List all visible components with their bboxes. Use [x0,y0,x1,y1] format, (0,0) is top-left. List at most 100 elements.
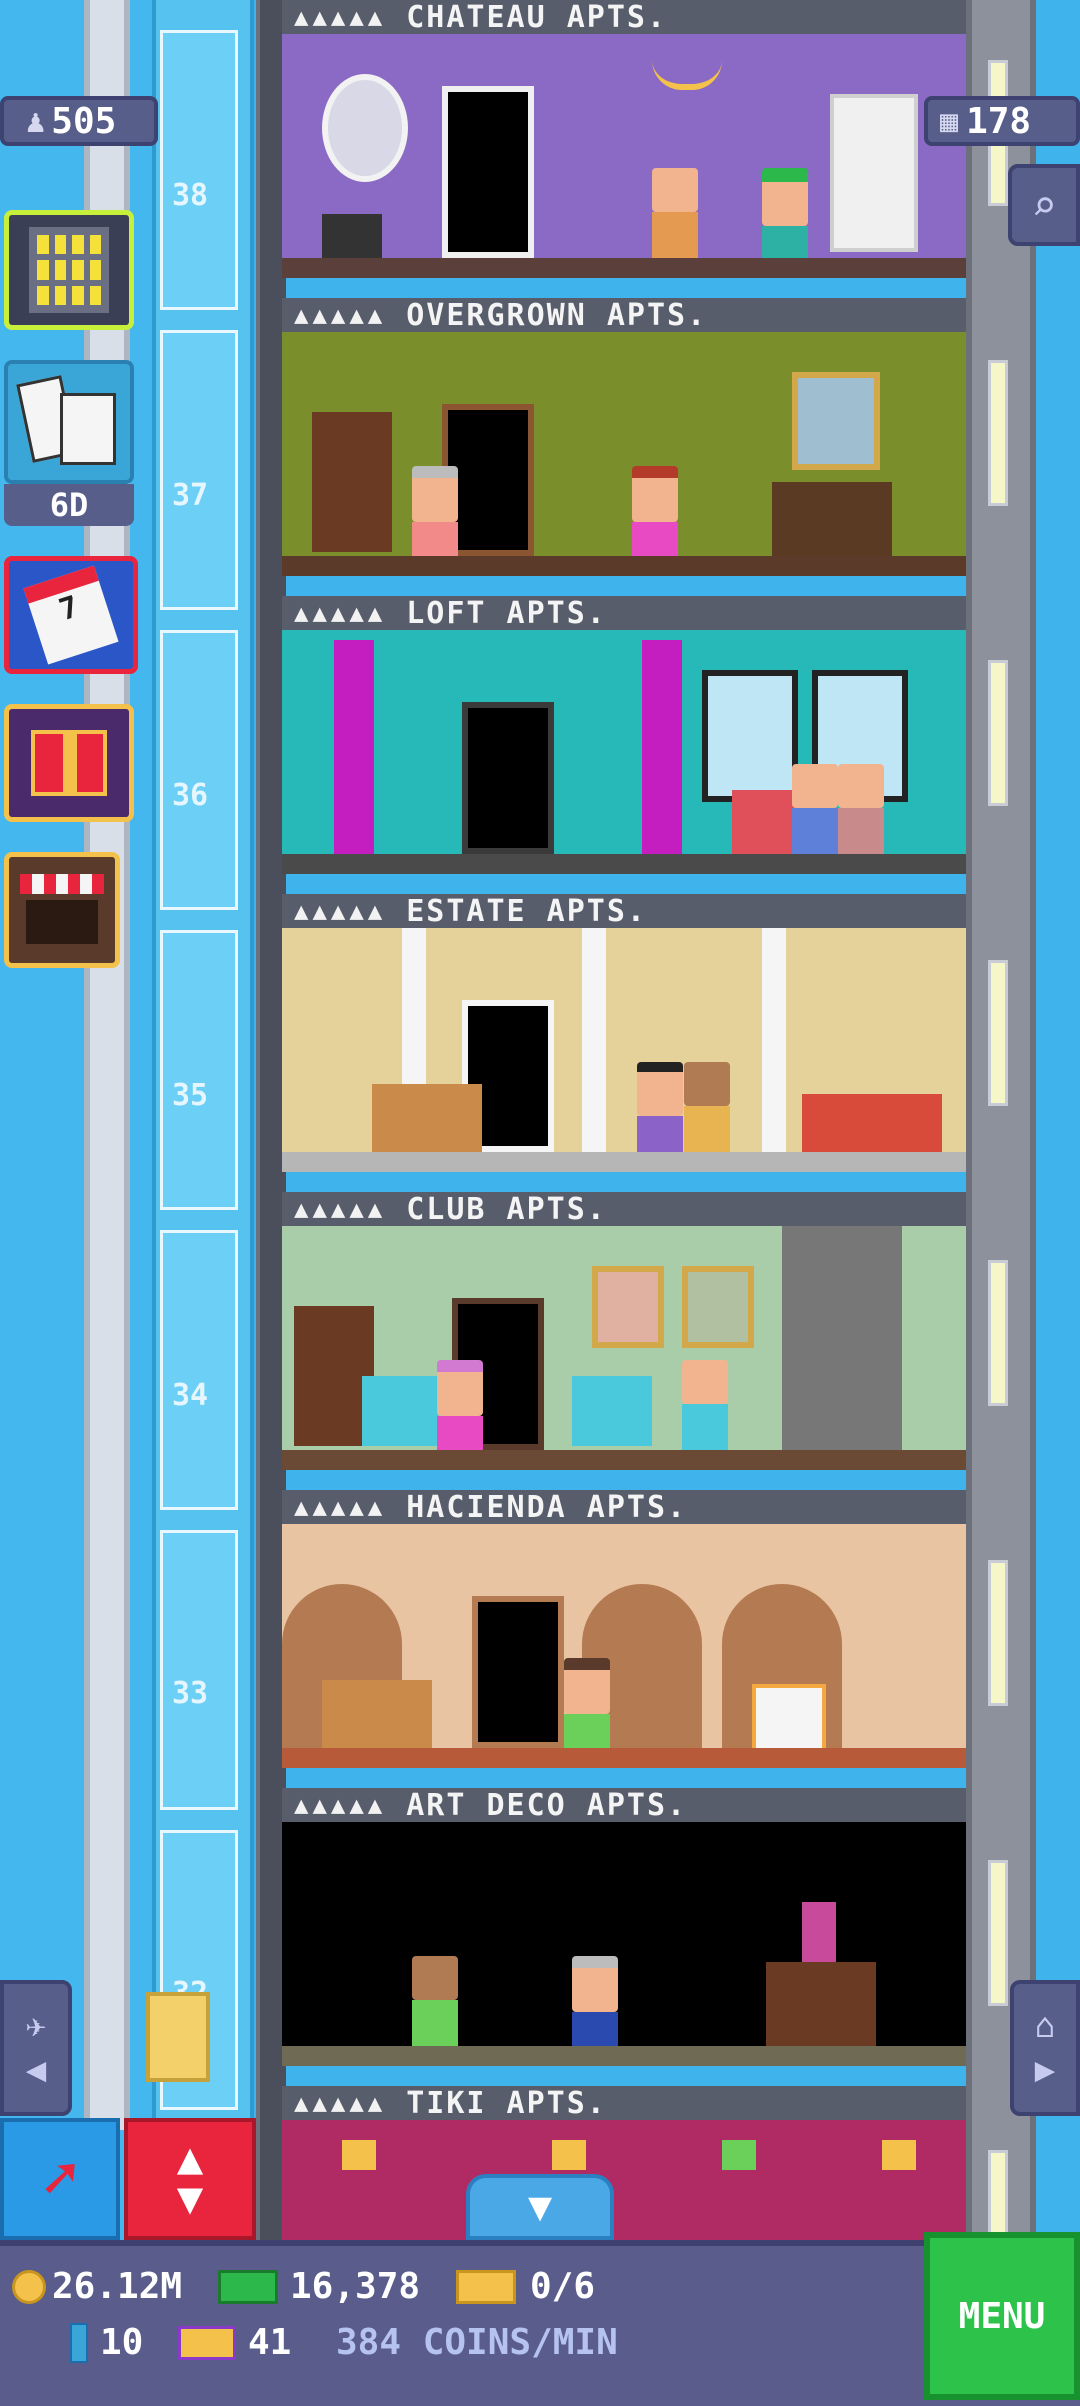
floor-surface [282,1748,966,1768]
floor-art-deco[interactable]: ▲▲▲▲▲ ART DECO APTS. [282,1788,966,2086]
gift-box-decoration [752,1684,826,1758]
floor-stars: ▲▲▲▲▲ [294,1493,387,1521]
vip-counter: 41 [178,2322,291,2363]
house-icon: ⌂ ▶ [1034,2005,1056,2090]
elevator-floor-number: 37 [171,478,209,513]
tower-window [988,960,1008,1106]
bux-value: 16,378 [290,2266,421,2307]
floor-surface [282,1450,966,1470]
resident[interactable] [412,1956,458,2046]
population-counter[interactable]: ♟ 505 [0,96,158,146]
floor-surface [282,2046,966,2066]
fireplace-decoration [772,482,892,556]
elevator-floor-number: 36 [171,778,209,813]
floor-club[interactable]: ▲▲▲▲▲ CLUB APTS. [282,1192,966,1490]
portrait-decoration [592,1266,664,1348]
resident[interactable] [637,1062,683,1162]
coins-rate-value: 384 COINS/MIN [336,2322,618,2363]
floor-surface [282,854,966,874]
bits-value: 10 [100,2322,144,2363]
menu-button[interactable]: MENU [924,2232,1080,2400]
moving-box-decoration [322,1680,432,1750]
floor-room [282,1822,966,2066]
floor-surface [282,258,966,278]
elevator-floor-number: 35 [171,1078,209,1113]
chandelier-decoration [652,44,722,90]
market-stall-icon [20,874,104,946]
resident[interactable] [838,764,884,854]
floor-stars: ▲▲▲▲▲ [294,3,387,31]
build-button[interactable] [4,210,134,330]
floor-name: LOFT APTS. [406,595,607,631]
coins-value: 26.12M [52,2266,183,2307]
floor-name: HACIENDA APTS. [406,1489,688,1525]
floor-counter[interactable]: ▦ 178 [924,96,1080,146]
fireplace-decoration [782,1226,902,1452]
resident[interactable] [792,764,838,854]
scroll-down-button[interactable]: ▼ [466,2174,614,2240]
tickets-value: 0/6 [530,2266,596,2307]
floor-label: ▲▲▲▲▲ LOFT APTS. [282,596,966,633]
tower-window [988,360,1008,506]
floor-hacienda[interactable]: ▲▲▲▲▲ HACIENDA APTS. [282,1490,966,1788]
home-button[interactable]: ⌂ ▶ [1010,1980,1080,2116]
tower-window [988,2150,1008,2236]
mirror-decoration [322,74,408,182]
lamp-decoration [882,2140,916,2170]
resident[interactable] [652,168,698,258]
floor-estate[interactable]: ▲▲▲▲▲ ESTATE APTS. [282,894,966,1192]
gift-button[interactable] [4,704,134,822]
elevator-cell [160,30,238,310]
calendar-button[interactable]: 7 [4,556,138,674]
column-decoration [582,928,606,1154]
floor-label: ▲▲▲▲▲ HACIENDA APTS. [282,1490,966,1527]
floor-name: TIKI APTS. [406,2085,607,2121]
magnifier-icon: ⌕ [1031,180,1057,230]
resident[interactable] [684,1062,730,1152]
window-decoration [702,670,798,802]
floor-room [282,34,966,278]
resident[interactable] [564,1658,610,1760]
population-value: 505 [51,100,117,142]
resident[interactable] [632,466,678,568]
phone-table-decoration [322,214,382,258]
floor-room [282,1226,966,1470]
floor-count-value: 178 [966,100,1032,142]
resident[interactable] [572,1956,618,2058]
resident[interactable] [412,466,458,568]
resident[interactable] [762,168,808,272]
floor-tiki[interactable]: ▲▲▲▲▲ TIKI APTS. [282,2086,966,2240]
person-icon: ♟ [26,102,46,140]
arrow-tool-button[interactable]: ➚ [0,2118,120,2240]
floor-chateau[interactable]: ▲▲▲▲▲ CHATEAU APTS. [282,0,966,298]
search-button[interactable]: ⌕ [1008,164,1080,246]
elevator-cell [160,1530,238,1810]
elevator-control-button[interactable]: ▲ ▼ [124,2118,256,2240]
floor-room [282,630,966,874]
tasks-button[interactable] [4,360,134,484]
floor-label: ▲▲▲▲▲ ESTATE APTS. [282,894,966,931]
floor-name: ESTATE APTS. [406,893,647,929]
floor-loft[interactable]: ▲▲▲▲▲ LOFT APTS. [282,596,966,894]
bit-icon [70,2322,88,2363]
elevator-car[interactable] [146,1992,210,2082]
coin-icon [12,2269,46,2304]
resident[interactable] [682,1360,728,1450]
apartment-door [462,702,554,854]
resident[interactable] [437,1360,483,1462]
lamp-decoration [552,2140,586,2170]
menu-label: MENU [958,2295,1046,2337]
floor-room [282,1524,966,1768]
red-arrow-icon: ➚ [41,2144,79,2214]
bux-counter: 16,378 [218,2266,420,2307]
tower-window [988,1560,1008,1706]
floor-stars: ▲▲▲▲▲ [294,2089,387,2117]
floor-overgrown[interactable]: ▲▲▲▲▲ OVERGROWN APTS. [282,298,966,596]
painting-decoration [792,372,880,470]
pillar-decoration [334,640,374,856]
shop-button[interactable] [4,852,120,968]
raffle-button[interactable]: ✈ ◀ [0,1980,72,2116]
floor-surface [282,556,966,576]
elevator-cell [160,1230,238,1510]
gift-icon [31,730,107,796]
